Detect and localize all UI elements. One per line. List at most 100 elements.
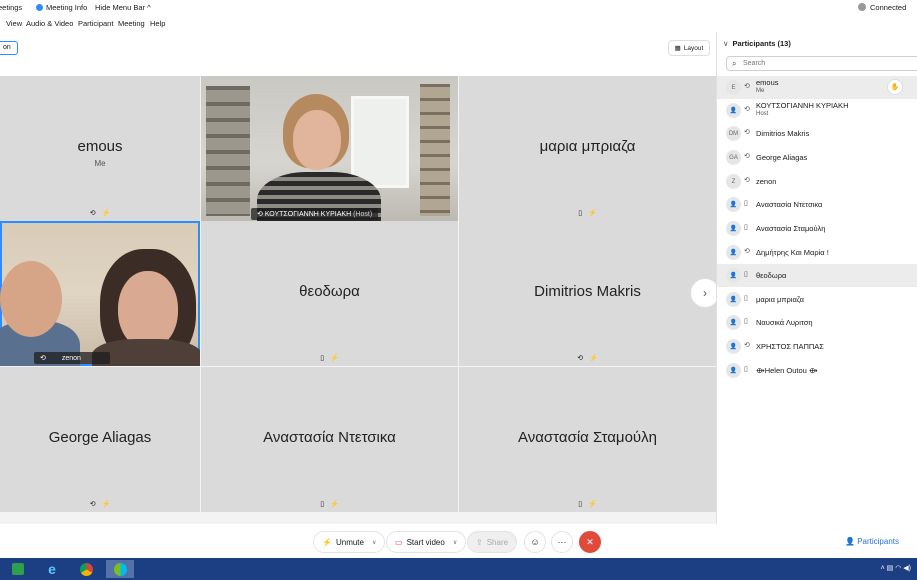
close-icon: ✕ <box>586 536 594 547</box>
start-video-button[interactable]: ▭ Start video ∨ <box>386 531 467 553</box>
video-tile-emous[interactable]: emous Me ⟲ ⚡ <box>0 76 200 221</box>
network-icon: ⟲ <box>744 83 750 90</box>
network-icon: ⟲ <box>744 153 750 160</box>
hide-menu-label: Hide Menu Bar <box>95 3 146 12</box>
muted-mic-icon: ⚡ <box>588 210 597 217</box>
more-button[interactable]: ··· <box>551 531 573 553</box>
decoration-icon: ⟴ <box>808 366 818 375</box>
share-button[interactable]: ⇪ Share <box>467 531 518 553</box>
avatar: 👤 <box>726 315 741 330</box>
avatar: 👤 <box>726 245 741 260</box>
video-tile-stamouli[interactable]: Αναστασία Σταμούλη ▯ ⚡ <box>459 367 716 512</box>
title-bar: eetings Meeting Info Hide Menu Bar ^ Con… <box>0 0 917 16</box>
video-tile-maria[interactable]: μαρια μπριαζα ▯ ⚡ <box>459 76 716 221</box>
menu-audio-video[interactable]: Audio & Video <box>26 19 73 28</box>
system-tray[interactable]: ˄ ▤ ◠ ◀) <box>881 564 911 572</box>
participant-row[interactable]: GA ⟲ George Aliagas <box>717 146 917 169</box>
menu-participant[interactable]: Participant <box>78 19 113 28</box>
person-icon: 👤 <box>729 202 738 208</box>
meeting-toolstrip: on <box>0 32 716 76</box>
control-bar: ⚡ Unmute ∨ ▭ Start video ∨ ⇪ Share ☺ ··· ✕ 👤 … <box>0 524 917 558</box>
participants-toggle-button[interactable]: 👤 Participants <box>845 537 899 546</box>
person-icon: 👤 <box>729 368 738 374</box>
network-icon: ⟲ <box>744 248 750 255</box>
avatar: 👤 <box>726 221 741 236</box>
video-tile-zenon[interactable]: ⟲ zenon <box>0 221 200 366</box>
tile-name: Dimitrios Makris <box>534 283 641 300</box>
participant-row[interactable]: 👤 ▯ Αναστασία Ντετσικα <box>717 193 917 216</box>
video-tile-george[interactable]: George Aliagas ⟲ ⚡ <box>0 367 200 512</box>
meeting-info-label: Meeting Info <box>46 3 88 12</box>
participant-row[interactable]: 👤 ⟲ Δημήτρης Και Μαρία ! <box>717 241 917 264</box>
menu-view[interactable]: View <box>6 19 22 28</box>
reactions-button[interactable]: ☺ <box>524 531 546 553</box>
phone-icon: ▯ <box>320 355 325 362</box>
chevron-up-icon: ˄ <box>880 565 885 572</box>
participant-row[interactable]: 👤 ▯ Αναστασία Σταμούλη <box>717 217 917 240</box>
person-icon: 👤 <box>729 320 738 326</box>
muted-mic-icon: ⚡ <box>588 501 597 508</box>
avatar: DM <box>726 126 741 141</box>
phone-icon: ▯ <box>744 200 748 207</box>
tile-name: θεοδωρα <box>299 283 360 300</box>
phone-icon: ▯ <box>744 295 748 302</box>
menu-meeting[interactable]: Meeting <box>118 19 145 28</box>
avatar: 👤 <box>726 103 741 118</box>
people-icon: 👤 <box>845 537 858 546</box>
participant-row[interactable]: 👤 ▯ θεοδωρα <box>717 264 917 287</box>
wifi-icon: ◠ <box>895 565 902 572</box>
video-tile-dimitrios[interactable]: Dimitrios Makris ⟲ ⚡ <box>459 221 716 366</box>
participant-search-input[interactable]: ⌕ Search <box>726 56 917 71</box>
hide-menu-bar-button[interactable]: Hide Menu Bar ^ <box>95 3 151 12</box>
network-icon: ⟲ <box>89 501 96 508</box>
muted-mic-icon: ⚡ <box>589 355 598 362</box>
video-tile-ntetsika[interactable]: Αναστασία Ντετσικα ▯ ⚡ <box>201 367 458 512</box>
participant-row[interactable]: Z ⟲ zenon <box>717 170 917 193</box>
bookshelf-right <box>420 84 450 216</box>
video-tile-theodora[interactable]: θεοδωρα ▯ ⚡ <box>201 221 458 366</box>
chrome-icon[interactable] <box>72 560 100 578</box>
avatar: 👤 <box>726 339 741 354</box>
participant-row[interactable]: 👤 ⟲ ΚΟΥΤΣΟΓΙΑΝΝΗ ΚΥΡΙΑΚΗ Host <box>717 99 917 122</box>
participant-row[interactable]: 👤 ⟲ ΧΡΗΣΤΟΣ ΠΑΠΠΑΣ <box>717 335 917 358</box>
chevron-down-icon[interactable]: ∨ <box>372 539 376 546</box>
avatar: 👤 <box>726 197 741 212</box>
person-icon: 👤 <box>729 250 738 256</box>
windows-taskbar: e ˄ ▤ ◠ ◀) <box>0 558 917 580</box>
video-tile-host[interactable]: ⟲ ΚΟΥΤΣΟΓΙΑΝΝΗ ΚΥΡΙΑΚΗ (Host) <box>201 76 458 221</box>
participants-header[interactable]: ∨ Participants (13) <box>723 39 791 48</box>
layout-button[interactable]: ▦ Layout <box>668 40 710 56</box>
person-icon: 👤 <box>729 108 738 114</box>
raise-hand-icon[interactable]: ✋ <box>887 79 903 95</box>
phone-icon: ▯ <box>744 366 748 373</box>
network-icon: ⟲ <box>744 129 750 136</box>
network-icon: ⟲ <box>744 342 750 349</box>
participant-row[interactable]: 👤 ▯ ⟴Helen Outou ⟴ <box>717 359 917 382</box>
meeting-info-button[interactable]: Meeting Info <box>36 3 87 12</box>
leave-button[interactable]: ✕ <box>579 531 601 553</box>
store-icon[interactable] <box>4 560 32 578</box>
phone-icon: ▯ <box>578 501 583 508</box>
decoration-icon: ⟴ <box>756 366 765 375</box>
webex-icon[interactable] <box>106 560 134 578</box>
shield-icon <box>36 4 43 11</box>
view-tab[interactable]: on <box>0 41 18 55</box>
unmute-button[interactable]: ⚡ Unmute ∨ <box>313 531 386 553</box>
person-icon: 👤 <box>729 344 738 350</box>
person-icon: 👤 <box>729 273 738 279</box>
participant-row[interactable]: 👤 ▯ Ναυσικά Λυριτση <box>717 311 917 334</box>
menu-bar: View Audio & Video Participant Meeting H… <box>0 16 917 32</box>
tile-name: Αναστασία Σταμούλη <box>518 429 657 446</box>
network-icon: ⟲ <box>577 355 584 362</box>
network-icon: ⟲ <box>744 177 750 184</box>
network-icon: ⟲ <box>89 210 96 217</box>
video-name-label: ⟲ ΚΟΥΤΣΟΓΙΑΝΝΗ ΚΥΡΙΑΚΗ (Host) <box>251 208 379 220</box>
participant-row[interactable]: E ⟲ emous Me ✋ <box>717 76 917 99</box>
menu-help[interactable]: Help <box>150 19 165 28</box>
participant-row[interactable]: DM ⟲ Dimitrios Makris <box>717 122 917 145</box>
chevron-down-icon[interactable]: ∨ <box>453 539 457 546</box>
participant-row[interactable]: 👤 ▯ μαρια μπριαζα <box>717 288 917 311</box>
ie-icon[interactable]: e <box>38 560 66 578</box>
avatar: E <box>726 80 741 95</box>
tile-name: George Aliagas <box>48 429 152 446</box>
